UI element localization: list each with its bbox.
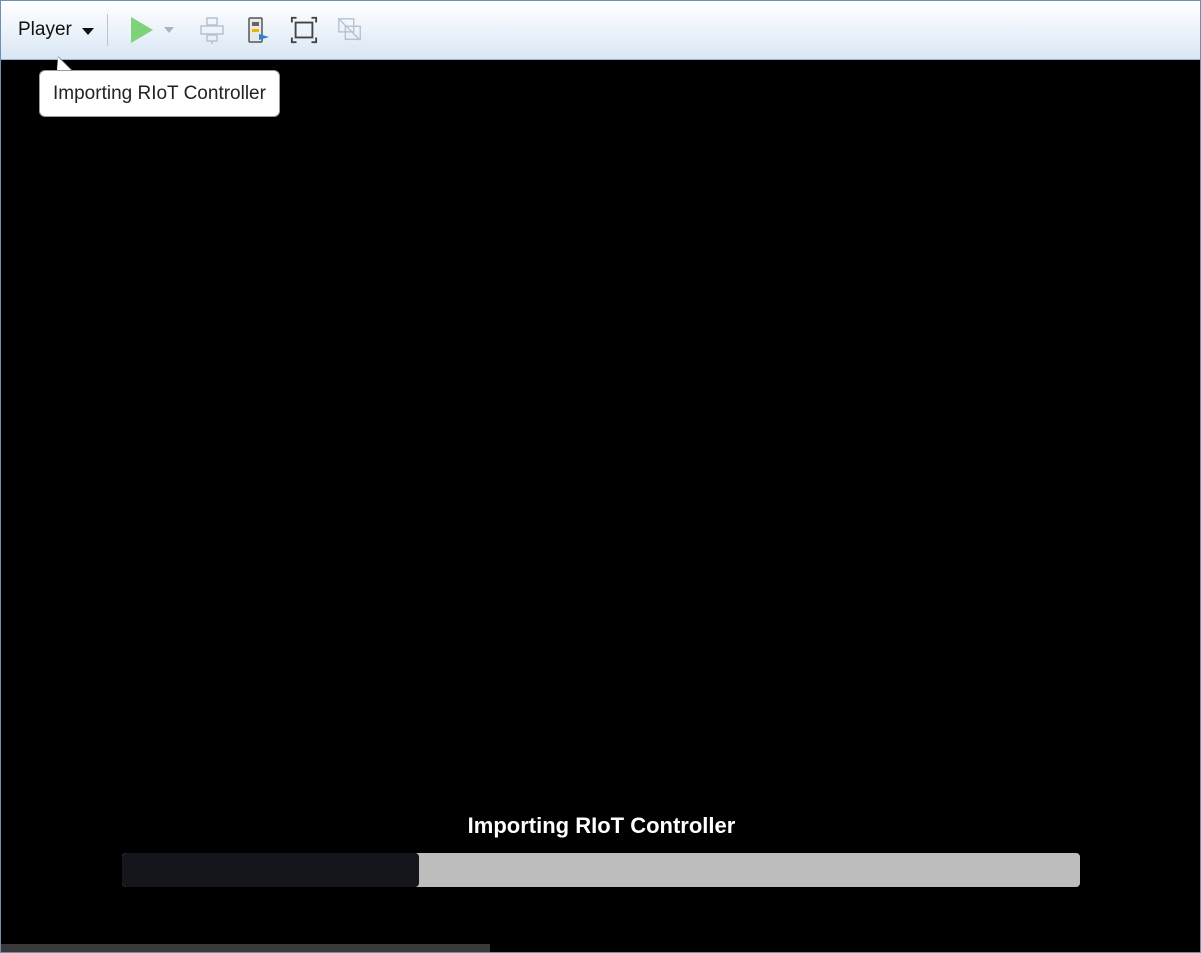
send-ctrl-alt-del-button[interactable] [198, 14, 226, 46]
fullscreen-icon [290, 16, 317, 44]
tooltip-text: Importing RIoT Controller [53, 82, 266, 104]
chevron-down-icon [81, 27, 94, 35]
send-ctrl-alt-del-icon [200, 17, 224, 44]
fullscreen-button[interactable] [290, 14, 318, 46]
player-menu-label: Player [18, 19, 72, 40]
progress-bar-fill [122, 853, 419, 887]
removable-devices-button[interactable] [244, 14, 272, 46]
import-status-text: Importing RIoT Controller [467, 813, 736, 838]
tooltip-pointer [57, 57, 72, 71]
play-button[interactable] [128, 14, 156, 46]
toolbar-separator [106, 14, 108, 46]
horizontal-scrollbar[interactable] [1, 944, 490, 952]
removable-devices-icon [248, 17, 269, 43]
toolbar: Player [1, 1, 1200, 60]
progress-bar [122, 853, 1080, 887]
vm-player-window: Player Importing RIoT Controller Importi… [0, 0, 1201, 953]
play-dropdown-chevron-icon[interactable] [163, 27, 174, 33]
player-menu-button[interactable]: Player [18, 15, 94, 45]
unity-button[interactable] [336, 14, 364, 46]
tooltip: Importing RIoT Controller [39, 70, 280, 117]
unity-icon [337, 18, 361, 41]
play-icon [130, 17, 153, 43]
